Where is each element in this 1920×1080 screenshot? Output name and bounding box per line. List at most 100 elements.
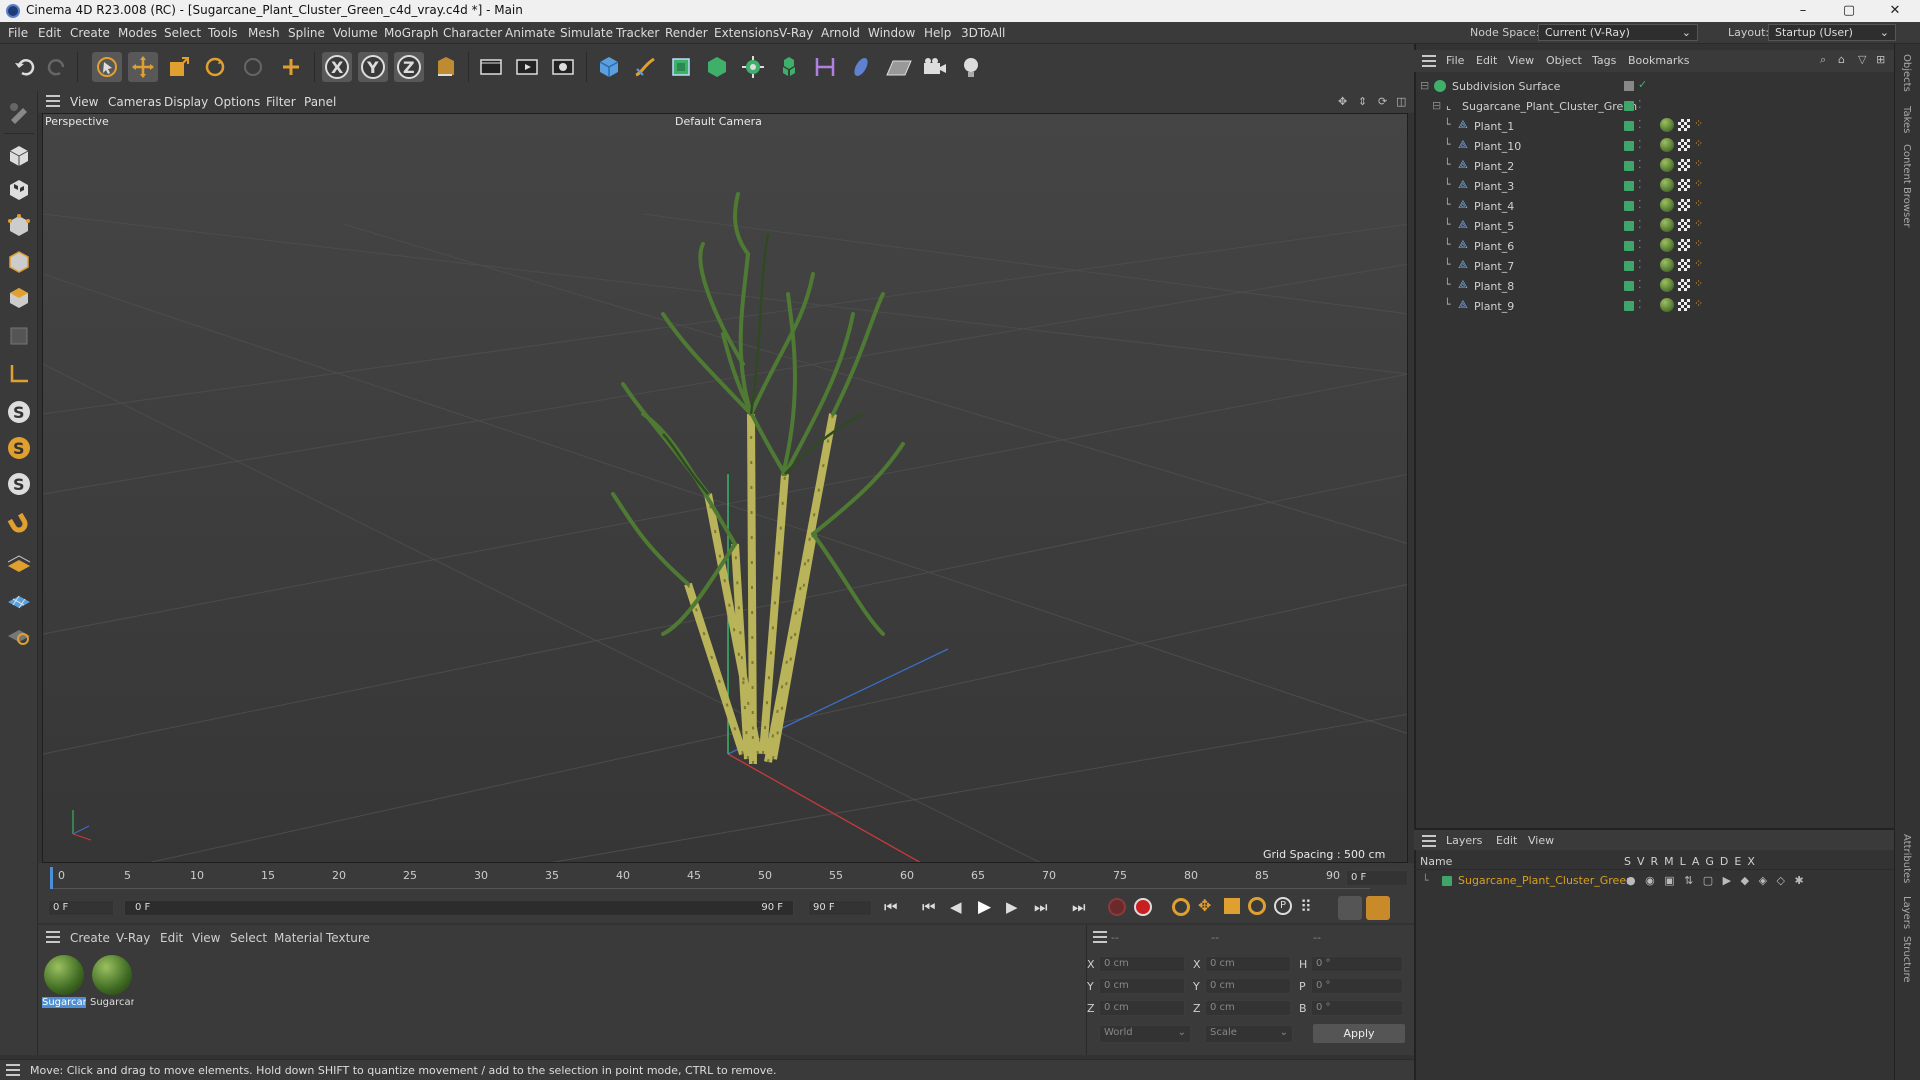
- layer-chip[interactable]: [1624, 81, 1634, 91]
- menu-spline[interactable]: Spline: [288, 26, 325, 40]
- visibility-dots-icon[interactable]: ⁚: [1638, 238, 1642, 251]
- motion-system-icon[interactable]: [1338, 896, 1362, 920]
- filter-icon[interactable]: ▽: [1858, 53, 1866, 66]
- menu-mesh[interactable]: Mesh: [248, 26, 280, 40]
- material-tag-icon[interactable]: [1660, 158, 1674, 172]
- menu-3dtoall[interactable]: 3DToAll: [961, 26, 1005, 40]
- collapse-icon[interactable]: ⊟: [1420, 79, 1429, 92]
- menu-mograph[interactable]: MoGraph: [384, 26, 439, 40]
- cube-icon[interactable]: [594, 52, 624, 82]
- menu-tracker[interactable]: Tracker: [616, 26, 659, 40]
- position-z-field[interactable]: 0 cm: [1099, 1000, 1185, 1016]
- menu-tools[interactable]: Tools: [208, 26, 238, 40]
- material-tag-icon[interactable]: [1660, 218, 1674, 232]
- rotation-b-field[interactable]: 0 °: [1311, 1000, 1403, 1016]
- tab-content-browser[interactable]: Content Browser: [1901, 144, 1912, 227]
- vray-tag-icon[interactable]: ⁘: [1694, 277, 1703, 290]
- apply-button[interactable]: Apply: [1313, 1024, 1405, 1043]
- play-icon[interactable]: ▶: [978, 897, 991, 917]
- visibility-dots-icon[interactable]: ⁚: [1638, 178, 1642, 191]
- recent-tool-icon[interactable]: [276, 52, 306, 82]
- pen-spline-icon[interactable]: [630, 52, 660, 82]
- step-back-icon[interactable]: ◀: [950, 898, 962, 916]
- object-row-plant[interactable]: └ ⟁ Plant_7 ⁚ ⁘: [1414, 256, 1894, 276]
- menu-edit[interactable]: Edit: [38, 26, 61, 40]
- object-row-subdivision[interactable]: ⊟ Subdivision Surface ✓: [1414, 76, 1894, 96]
- mat-menu-vray[interactable]: V-Ray: [116, 931, 150, 945]
- menu-character[interactable]: Character: [443, 26, 502, 40]
- position-y-field[interactable]: 0 cm: [1099, 978, 1185, 994]
- layer-chip[interactable]: [1624, 181, 1634, 191]
- end-frame-field[interactable]: 90 F: [808, 900, 872, 916]
- go-to-start-icon[interactable]: ⏮: [884, 898, 898, 916]
- layer-flag-deformers[interactable]: D: [1720, 855, 1728, 868]
- grid-icon[interactable]: [4, 585, 34, 615]
- tab-structure[interactable]: Structure: [1901, 936, 1912, 983]
- light-icon[interactable]: [956, 52, 986, 82]
- object-row-group[interactable]: ⊟ ⌞ Sugarcane_Plant_Cluster_Green ⁚: [1414, 96, 1894, 116]
- rotate-icon[interactable]: [200, 52, 230, 82]
- scale-icon[interactable]: [164, 52, 194, 82]
- render-to-picture-viewer-icon[interactable]: [512, 52, 542, 82]
- select-lasso-icon[interactable]: [238, 52, 268, 82]
- layer-color-chip[interactable]: [1442, 876, 1452, 886]
- obj-menu-object[interactable]: Object: [1546, 54, 1582, 67]
- uvw-tag-icon[interactable]: [1678, 239, 1690, 251]
- layer-flag-expressions[interactable]: E: [1734, 855, 1741, 868]
- layer-flag-generators[interactable]: G: [1705, 855, 1714, 868]
- go-to-end-icon[interactable]: ⏭: [1072, 898, 1086, 916]
- key-scale-icon[interactable]: [1224, 898, 1240, 914]
- layer-row[interactable]: └ Sugarcane_Plant_Cluster_Green ● ◉ ▣ ⇅ …: [1414, 872, 1894, 890]
- material-tag-icon[interactable]: [1660, 238, 1674, 252]
- home-icon[interactable]: ⌂: [1838, 53, 1845, 66]
- coordinate-system-icon[interactable]: [430, 52, 460, 82]
- material-swatch[interactable]: Sugarcar: [90, 953, 134, 1013]
- obj-menu-tags[interactable]: Tags: [1592, 54, 1616, 67]
- layer-chip[interactable]: [1624, 241, 1634, 251]
- vray-tag-icon[interactable]: ⁘: [1694, 217, 1703, 230]
- layer-chip[interactable]: [1624, 261, 1634, 271]
- model-mode-icon[interactable]: [4, 141, 34, 171]
- uv-mode-icon[interactable]: [4, 321, 34, 351]
- timeline-ruler[interactable]: 0 5 10 15 20 25 30 35 40 45 50 55 60 65 …: [38, 863, 1414, 893]
- layer-menu-view[interactable]: View: [1528, 834, 1554, 847]
- obj-menu-bookmarks[interactable]: Bookmarks: [1628, 54, 1689, 67]
- hamburger-icon[interactable]: [1422, 835, 1436, 850]
- mograph-cloner-icon[interactable]: [738, 52, 768, 82]
- tab-layers[interactable]: Layers: [1901, 896, 1912, 929]
- search-icon[interactable]: ⌕: [1820, 53, 1826, 67]
- x-axis-icon[interactable]: X: [322, 52, 352, 82]
- autokey-icon[interactable]: [1108, 898, 1126, 916]
- floor-grid-icon[interactable]: [4, 549, 34, 579]
- menu-animate[interactable]: Animate: [505, 26, 555, 40]
- camera-label[interactable]: Default Camera: [675, 115, 762, 128]
- material-tag-icon[interactable]: [1660, 138, 1674, 152]
- close-button[interactable]: ✕: [1872, 0, 1918, 22]
- maximize-view-icon[interactable]: ◫: [1396, 95, 1406, 108]
- key-rotation-icon[interactable]: [1248, 897, 1266, 915]
- extrude-icon[interactable]: [702, 52, 732, 82]
- key-pla-icon[interactable]: ⠿: [1300, 897, 1312, 916]
- object-row-plant[interactable]: └ ⟁ Plant_2 ⁚ ⁘: [1414, 156, 1894, 176]
- uvw-tag-icon[interactable]: [1678, 119, 1690, 131]
- key-selection-icon[interactable]: [1172, 898, 1190, 916]
- coord-space-dropdown[interactable]: World ⌄: [1099, 1025, 1191, 1043]
- uvw-tag-icon[interactable]: [1678, 179, 1690, 191]
- layer-flag-solo[interactable]: S: [1624, 855, 1631, 868]
- tab-takes[interactable]: Takes: [1901, 106, 1912, 133]
- layer-chip[interactable]: [1624, 221, 1634, 231]
- layer-flag-manager[interactable]: M: [1664, 855, 1674, 868]
- rotation-p-field[interactable]: 0 °: [1311, 978, 1403, 994]
- visibility-dots-icon[interactable]: ⁚: [1638, 118, 1642, 131]
- points-mode-icon[interactable]: [4, 211, 34, 241]
- snap-icon[interactable]: S: [4, 397, 34, 427]
- scale-x-field[interactable]: 0 cm: [1205, 956, 1291, 972]
- layer-flag-view[interactable]: V: [1637, 855, 1645, 868]
- object-row-plant[interactable]: └ ⟁ Plant_10 ⁚ ⁘: [1414, 136, 1894, 156]
- snap-settings-icon[interactable]: S: [4, 433, 34, 463]
- layer-chip[interactable]: [1624, 101, 1634, 111]
- y-axis-icon[interactable]: Y: [358, 52, 388, 82]
- layer-name[interactable]: Sugarcane_Plant_Cluster_Green: [1458, 874, 1633, 887]
- fracture-icon[interactable]: [774, 52, 804, 82]
- menu-simulate[interactable]: Simulate: [560, 26, 613, 40]
